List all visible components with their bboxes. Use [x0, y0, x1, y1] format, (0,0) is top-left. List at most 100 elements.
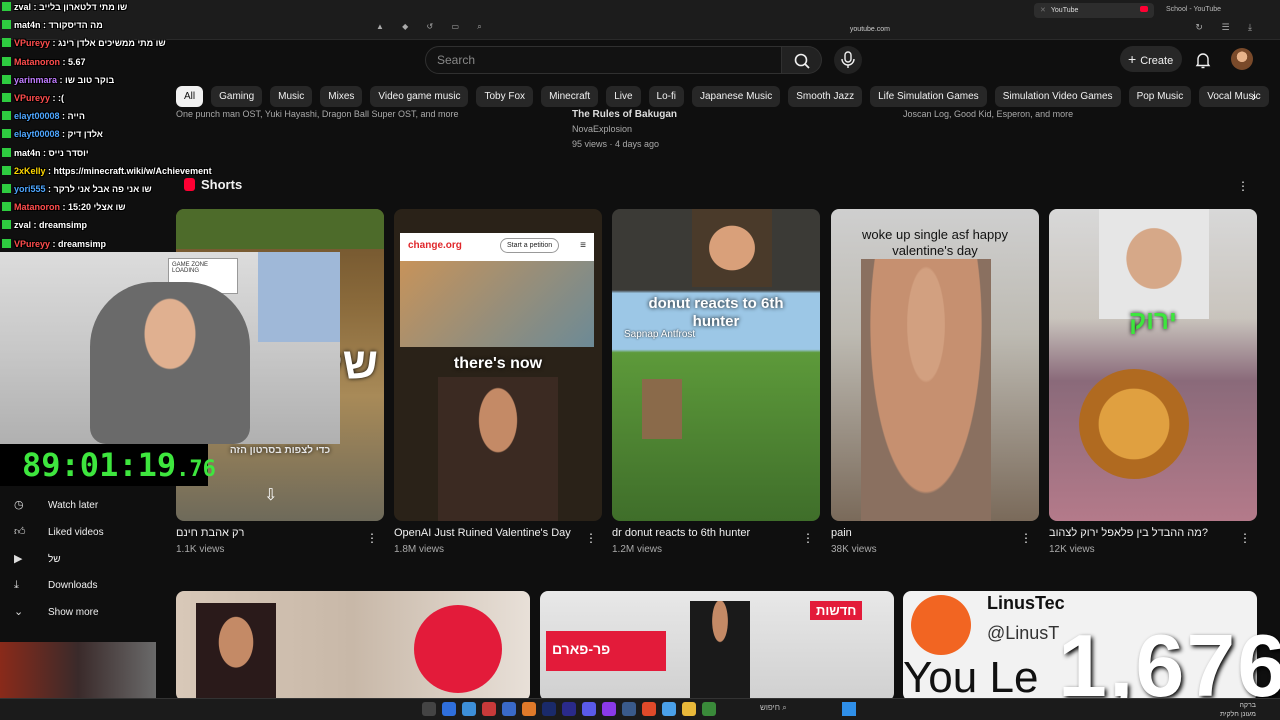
search-input[interactable]: Search [425, 46, 782, 74]
create-button[interactable]: + Create [1120, 46, 1182, 72]
short-thumbnail[interactable]: change.org Start a petition ≡ there's no… [394, 209, 602, 521]
short-menu-icon[interactable]: ⋮ [366, 531, 378, 545]
chip-all[interactable]: All [176, 86, 204, 107]
chip-mixes[interactable]: Mixes [320, 86, 363, 107]
short-menu-icon[interactable]: ⋮ [1239, 531, 1251, 545]
short-menu-icon[interactable]: ⋮ [1020, 531, 1032, 545]
search-button[interactable] [782, 46, 822, 74]
subscriber-badge-icon [2, 2, 11, 11]
chip-life-simulation-games[interactable]: Life Simulation Games [870, 86, 987, 107]
stream-timer: 89:01:19.76 [0, 444, 216, 486]
chevron-right-icon[interactable]: › [1244, 88, 1264, 106]
chip-video-game-music[interactable]: Video game music [370, 86, 469, 107]
chat-message: yori555 : שו אני פה אבל אני לרקר [2, 184, 152, 194]
taskbar-app-icons[interactable] [422, 702, 716, 716]
short-title[interactable]: רק אהבת חינם [176, 527, 244, 539]
app-icon[interactable] [682, 702, 696, 716]
chat-separator: : [50, 93, 59, 103]
short-thumbnail[interactable]: ירוק [1049, 209, 1257, 521]
shorts-section-menu-icon[interactable]: ⋮ [1237, 179, 1249, 193]
voice-search-button[interactable] [834, 46, 862, 74]
account-avatar[interactable] [1231, 48, 1253, 70]
chat-username: Matanoron [14, 56, 60, 67]
previous-video-title[interactable]: The Rules of Bakugan [572, 109, 677, 120]
chip-gaming[interactable]: Gaming [211, 86, 263, 107]
person-image [196, 603, 276, 701]
short-menu-icon[interactable]: ⋮ [802, 531, 814, 545]
chip-music[interactable]: Music [270, 86, 313, 107]
chip-live[interactable]: Live [606, 86, 641, 107]
subscriber-badge-icon [2, 93, 11, 102]
chat-text: dreamsimp [39, 220, 88, 231]
app-icon[interactable] [562, 702, 576, 716]
start-icon[interactable] [422, 702, 436, 716]
windows-icon[interactable] [842, 702, 856, 716]
tab-school-youtube[interactable]: School - YouTube [1160, 3, 1270, 18]
chat-text: https://minecraft.wiki/w/Achievement [53, 165, 212, 176]
notifications-button[interactable] [1193, 50, 1213, 70]
chat-message: VPureyy : dreamsimp [2, 238, 106, 249]
short-overlay-text: donut reacts to 6th hunter [648, 295, 784, 330]
short-menu-icon[interactable]: ⋮ [585, 531, 597, 545]
app-icon[interactable] [582, 702, 596, 716]
windows-taskbar: חיפוש ⌕ ברקה מעונן חלקית [0, 698, 1280, 720]
chat-username: yarinmara [14, 74, 58, 85]
chat-message: Matanoron : 5.67 [2, 56, 86, 67]
app-icon[interactable] [642, 702, 656, 716]
app-icon[interactable] [442, 702, 456, 716]
sidebar-item-downloads[interactable]: ⤓ Downloads [14, 576, 97, 594]
app-icon[interactable] [542, 702, 556, 716]
subscriber-badge-icon [2, 56, 11, 66]
person-image [1099, 209, 1209, 319]
chip-lo-fi[interactable]: Lo-fi [648, 86, 684, 107]
channel-handle-text: @LinusT [987, 623, 1060, 643]
short-thumbnail[interactable]: donut reacts to 6th hunter Sapnap Antfro… [612, 209, 820, 521]
previous-video-channel[interactable]: NovaExplosion [572, 124, 632, 134]
short-thumbnail[interactable]: woke up single asf happy valentine's day [831, 209, 1039, 521]
chat-text: שו מתי ממשיכים אלדן רינג [58, 38, 166, 49]
short-title[interactable]: OpenAI Just Ruined Valentine's Day [394, 527, 571, 539]
app-icon[interactable] [622, 702, 636, 716]
short-title[interactable]: pain [831, 527, 852, 539]
search-icon [794, 53, 810, 69]
browser-nav-icons[interactable]: ↻ ☰ ⤓ [1195, 22, 1260, 33]
app-icon[interactable] [702, 702, 716, 716]
chat-message: mat4n : מה הדיסקורד [2, 20, 103, 30]
chat-text: :( [58, 93, 65, 103]
short-title[interactable]: dr donut reacts to 6th hunter [612, 527, 750, 539]
sidebar-item-playlist[interactable]: ▶ של [14, 550, 61, 568]
chat-username: zval [14, 2, 32, 12]
short-title[interactable]: מה ההבדל בין פלאפל ירוק לצהוב? [1049, 527, 1208, 539]
app-icon[interactable] [502, 702, 516, 716]
chat-separator: : [50, 38, 59, 49]
subscriber-badge-icon [2, 184, 11, 193]
sidebar-item-show-more[interactable]: ⌄ Show more [14, 603, 99, 621]
video-thumbnail[interactable] [176, 591, 530, 701]
app-icon[interactable] [482, 702, 496, 716]
chip-japanese-music[interactable]: Japanese Music [692, 86, 781, 107]
chip-minecraft[interactable]: Minecraft [541, 86, 599, 107]
start-petition-button: Start a petition [500, 238, 560, 253]
chat-separator: : [57, 74, 66, 85]
sidebar-item-liked-videos[interactable]: 👍︎ Liked videos [14, 523, 104, 541]
app-icon[interactable] [522, 702, 536, 716]
minecraft-character [642, 379, 682, 439]
address-bar[interactable]: youtube.com [370, 22, 930, 37]
app-icon[interactable] [462, 702, 476, 716]
chat-separator: : [40, 20, 49, 31]
chip-smooth-jazz[interactable]: Smooth Jazz [788, 86, 863, 107]
video-thumbnail[interactable]: פר-פארם חדשות [540, 591, 894, 701]
taskbar-search[interactable]: חיפוש ⌕ [760, 703, 787, 713]
sidebar-item-watch-later[interactable]: ◷ Watch later [14, 496, 98, 514]
clock-icon: ◷ [14, 499, 24, 511]
short-views: 38K views [831, 544, 877, 555]
close-tab-icon[interactable]: ✕ [1040, 7, 1046, 14]
tab-youtube[interactable]: ✕ YouTube [1034, 3, 1154, 18]
chip-toby-fox[interactable]: Toby Fox [476, 86, 534, 107]
app-icon[interactable] [662, 702, 676, 716]
chip-pop-music[interactable]: Pop Music [1128, 86, 1192, 107]
chip-simulation-video-games[interactable]: Simulation Video Games [994, 86, 1121, 107]
arrow-down-icon: ⇩ [264, 487, 278, 504]
subscriber-badge-icon [2, 220, 11, 230]
app-icon[interactable] [602, 702, 616, 716]
